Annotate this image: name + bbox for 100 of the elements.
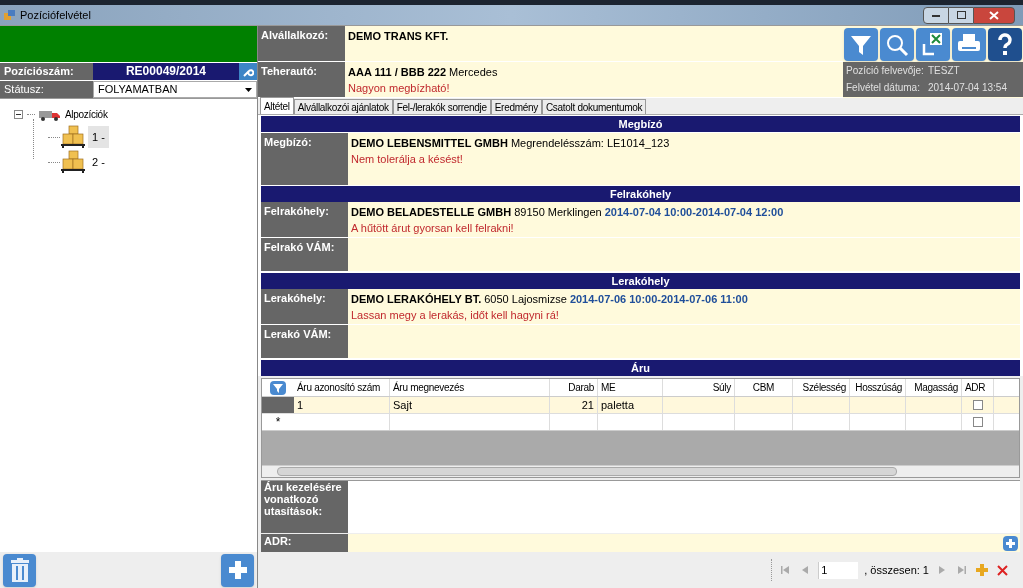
plus-icon xyxy=(976,564,988,576)
collapse-toggle[interactable] xyxy=(14,110,23,119)
field-label: Felrakó VÁM: xyxy=(261,238,348,271)
filter-button[interactable] xyxy=(844,28,878,61)
column-header[interactable]: Áru megnevezés xyxy=(390,379,550,396)
delete-button[interactable] xyxy=(3,553,36,587)
field-value-text: Nagyon megbízható! xyxy=(348,81,451,96)
next-page-icon xyxy=(937,565,947,575)
instructions-field[interactable] xyxy=(348,481,1020,533)
tree-item[interactable]: 1 - xyxy=(88,126,109,148)
new-row-marker: * xyxy=(275,414,281,431)
column-header[interactable]: Áru azonosító szám xyxy=(294,379,390,396)
field-label: Lerakóhely: xyxy=(261,289,348,324)
customs-field[interactable] xyxy=(348,238,1020,271)
column-header[interactable]: Szélesség xyxy=(793,379,850,396)
tab[interactable]: Csatolt dokumentumok xyxy=(541,99,647,114)
field-value-text: DEMO BELADESTELLE GMBH 89150 Merklingen 2014-07-04 10:00-2014-07-04 12:00 xyxy=(351,205,785,220)
section-header: Felrakóhely xyxy=(261,186,1020,202)
customs-field[interactable] xyxy=(348,325,1020,358)
filter-icon xyxy=(273,382,283,393)
field-label: Pozíciószám: xyxy=(0,63,93,80)
table-cell: paletta xyxy=(598,397,663,413)
column-header[interactable]: Magasság xyxy=(906,379,962,396)
tree-item[interactable]: 2 - xyxy=(88,151,109,173)
close-button[interactable] xyxy=(973,6,1015,24)
field-label: Státusz: xyxy=(0,81,93,98)
tab[interactable]: Eredmény xyxy=(490,99,542,114)
last-page-icon xyxy=(957,565,967,575)
info-value: TESZT xyxy=(928,64,961,78)
field-label: Felrakóhely: xyxy=(261,202,348,237)
field-label: Megbízó: xyxy=(261,133,348,185)
field-label: ADR: xyxy=(261,534,348,552)
window-title: Pozíciófelvétel xyxy=(20,7,91,23)
info-label: Pozíció felvevője: xyxy=(846,64,925,78)
print-button[interactable] xyxy=(952,28,986,61)
column-header[interactable]: CBM xyxy=(735,379,793,396)
trash-icon xyxy=(10,558,29,582)
plus-icon xyxy=(1006,538,1015,548)
pallet-boxes-icon xyxy=(60,150,88,174)
maximize-icon xyxy=(956,11,966,19)
tab[interactable]: Altétel xyxy=(260,97,294,114)
tab[interactable]: Fel-/lerakók sorrendje xyxy=(392,99,491,114)
field-label: Alvállalkozó: xyxy=(258,26,345,61)
first-page-icon xyxy=(780,565,791,575)
field-value-text: AAA 111 / BBB 222 Mercedes xyxy=(348,65,499,80)
minimize-button[interactable] xyxy=(923,6,949,24)
add-button[interactable] xyxy=(1003,535,1018,551)
column-header[interactable]: Hosszúság xyxy=(850,379,906,396)
close-icon xyxy=(989,10,999,20)
field-value-text: Nem tolerálja a késést! xyxy=(351,152,464,167)
field-value-text: DEMO LERAKÓHELY BT. 6050 Lajosmizse 2014-07-06 10:00-2014-07-06 11:00 xyxy=(351,292,749,307)
search-button[interactable] xyxy=(880,28,914,61)
add-button[interactable] xyxy=(221,553,254,587)
status-dropdown[interactable]: FOLYAMATBAN xyxy=(93,81,257,98)
page-number-field[interactable]: 1 xyxy=(818,561,859,579)
wrench-icon xyxy=(242,66,254,78)
info-label: Felvétel dátuma: xyxy=(846,80,921,95)
plus-icon xyxy=(228,561,247,579)
dropdown-caret-icon xyxy=(245,87,252,92)
adr-field[interactable] xyxy=(348,534,1020,552)
field-label: Teherautó: xyxy=(258,62,345,97)
checkbox[interactable] xyxy=(972,400,983,410)
checkbox[interactable] xyxy=(972,417,983,427)
table-cell: 21 xyxy=(550,397,598,413)
info-value: 2014-07-04 13:54 xyxy=(928,80,1008,95)
section-header: Megbízó xyxy=(261,116,1020,132)
field-value-text: A hűtött árut gyorsan kell felrakni! xyxy=(351,221,515,236)
minimize-icon xyxy=(931,12,941,18)
last-page-button[interactable] xyxy=(955,563,969,577)
pallet-boxes-icon xyxy=(60,125,88,149)
column-header[interactable]: Darab xyxy=(550,379,598,396)
delete-record-button[interactable] xyxy=(995,563,1009,577)
page-total-text: , összesen: 1 xyxy=(864,562,929,578)
truck-icon xyxy=(39,108,61,121)
field-value-text: DEMO TRANS KFT. xyxy=(348,29,450,44)
column-header[interactable]: ME xyxy=(598,379,663,396)
column-header[interactable]: ADR xyxy=(962,379,994,396)
table-cell: Sajt xyxy=(390,397,550,413)
section-header: Lerakóhely xyxy=(261,273,1020,289)
field-value-text: Lassan megy a lerakás, időt kell hagyni rá! xyxy=(351,308,560,323)
tree-item[interactable]: Alpozíciók xyxy=(65,107,108,122)
field-label: Áru kezelésére vonatkozó utasítások: xyxy=(261,481,348,533)
tab[interactable]: Alvállalkozói ajánlatok xyxy=(293,99,393,114)
minus-icon xyxy=(16,112,21,117)
wrench-button[interactable] xyxy=(239,63,257,81)
table-cell: 1 xyxy=(294,397,390,413)
add-record-button[interactable] xyxy=(975,563,989,577)
cross-icon xyxy=(996,564,1008,576)
maximize-button[interactable] xyxy=(949,6,973,24)
field-value-text: DEMO LEBENSMITTEL GMBH Megrendelésszám: LE1014_123 xyxy=(351,136,671,151)
horizontal-scrollbar[interactable] xyxy=(262,465,1019,477)
position-number-field: RE00049/2014 xyxy=(93,63,239,80)
excel-export-button[interactable] xyxy=(916,28,950,61)
previous-page-icon xyxy=(800,565,811,575)
filter-button[interactable] xyxy=(270,380,286,395)
field-label: Lerakó VÁM: xyxy=(261,325,348,358)
column-header[interactable]: Súly xyxy=(663,379,735,396)
app-icon xyxy=(4,9,16,21)
section-header: Áru xyxy=(261,360,1020,376)
help-button[interactable] xyxy=(988,28,1022,61)
